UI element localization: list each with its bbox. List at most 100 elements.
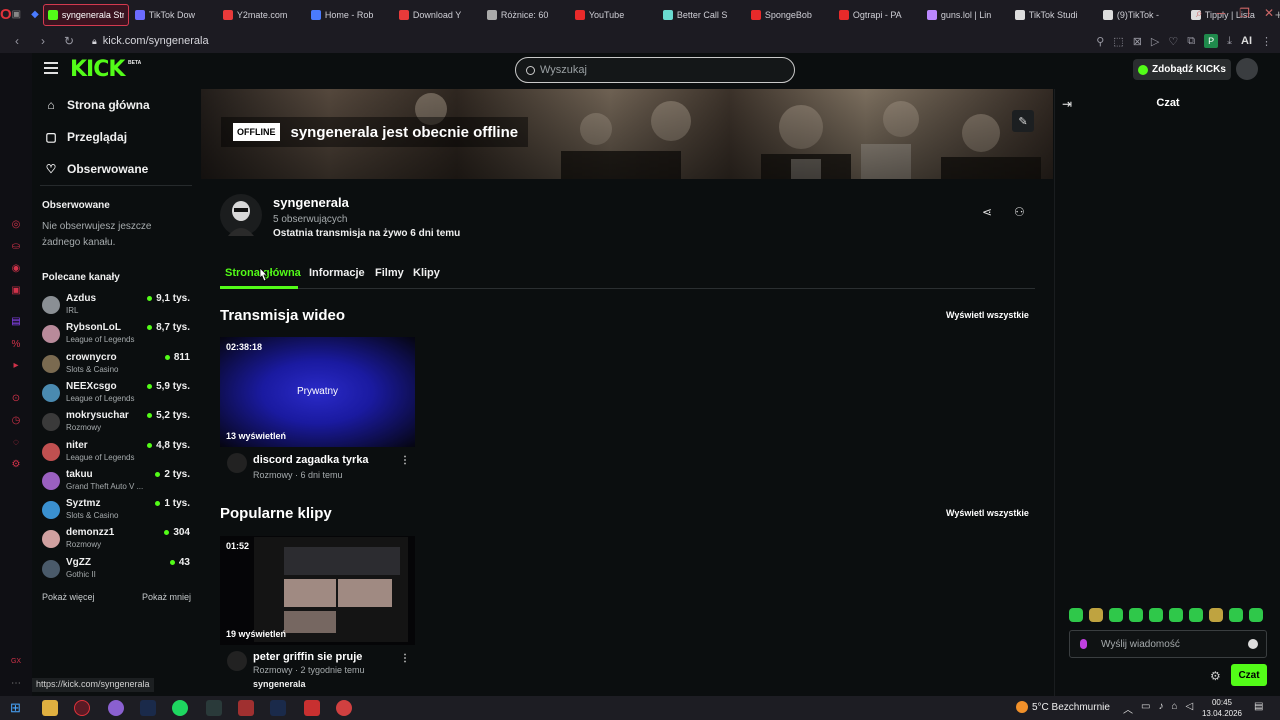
brave-icon[interactable] (304, 700, 320, 716)
browser-tab[interactable]: (9)TikTok - (1099, 4, 1185, 26)
tab-clips[interactable]: Klipy (413, 267, 440, 279)
recommended-channel[interactable]: niter League of Legends 4,8 tys. (42, 440, 190, 466)
gx-icon[interactable]: GX (10, 656, 22, 668)
microphone-tray-icon[interactable]: ♪ (1158, 701, 1163, 716)
recommended-channel[interactable]: crownycro Slots & Casino 811 (42, 352, 190, 378)
emote-icon[interactable] (1069, 608, 1083, 622)
sidebar-nav-item[interactable]: ⌂ Strona główna (44, 98, 149, 112)
app-icon[interactable] (336, 700, 352, 716)
new-tab-button[interactable]: + (1275, 7, 1280, 22)
browser-tab[interactable]: YouTube (571, 4, 657, 26)
recommended-channel[interactable]: demonzz1 Rozmowy 304 (42, 527, 190, 553)
player-sidebar-icon[interactable]: ⊙ (10, 393, 22, 405)
steam-icon[interactable] (140, 700, 156, 716)
opera-gx-taskbar-icon[interactable] (74, 700, 90, 716)
reload-icon[interactable]: ↻ (60, 34, 78, 48)
sidebar-nav-item[interactable]: ♡ Obserwowane (44, 162, 149, 176)
clip-author[interactable]: syngenerala (253, 679, 306, 689)
player-icon[interactable]: ▷ (1151, 35, 1159, 48)
more-sidebar-icon[interactable]: ⋯ (10, 678, 22, 690)
channel-avatar[interactable] (220, 194, 262, 236)
browser-tab[interactable]: Better Call S (659, 4, 745, 26)
browser-tab[interactable]: TikTok Dow (131, 4, 217, 26)
steam-2-icon[interactable] (270, 700, 286, 716)
close-icon[interactable]: ✕ (1264, 6, 1274, 21)
emote-icon[interactable] (1229, 608, 1243, 622)
clip-thumbnail[interactable]: 01:52 19 wyświetleń (220, 536, 415, 645)
search-input[interactable]: Wyszukaj (515, 57, 795, 83)
forward-icon[interactable]: › (34, 34, 52, 48)
emoji-icon[interactable] (1248, 639, 1258, 649)
emote-icon[interactable] (1109, 608, 1123, 622)
browser-tab[interactable]: TikTok Studi (1011, 4, 1097, 26)
windows-start-icon[interactable]: ⊞ (10, 700, 26, 716)
clip-title[interactable]: peter griffin sie pruje (253, 651, 362, 663)
emote-icon[interactable] (1209, 608, 1223, 622)
extensions-icon[interactable]: ⧉ (1187, 35, 1195, 48)
browser-tab[interactable]: guns.lol | Lin (923, 4, 1009, 26)
browser-tab[interactable]: Różnice: 60 (483, 4, 569, 26)
crypto-wallet-icon[interactable]: ⛀ (10, 241, 22, 253)
weather-widget[interactable]: 5°C Bezchmurnie (1016, 701, 1110, 713)
share-icon[interactable]: ⋖ (982, 205, 992, 219)
workspaces-icon[interactable]: ▣ (12, 9, 21, 20)
minimize-icon[interactable]: ─ (1217, 6, 1226, 21)
notifications-icon[interactable]: ▤ (1254, 701, 1263, 712)
edit-banner-button[interactable]: ✎ (1012, 110, 1034, 132)
chevron-up-icon[interactable]: ︿ (1123, 701, 1133, 716)
clip-more-icon[interactable]: ⋮ (400, 653, 410, 664)
chat-send-button[interactable]: Czat (1231, 664, 1267, 686)
settings-sidebar-icon[interactable]: ⚙ (10, 459, 22, 471)
emote-icon[interactable] (1149, 608, 1163, 622)
system-clock[interactable]: 00:45 13.04.2026 (1195, 697, 1249, 719)
recommended-channel[interactable]: takuu Grand Theft Auto V ... 2 tys. (42, 469, 190, 495)
emote-icon[interactable] (1129, 608, 1143, 622)
favorites-icon[interactable]: ♡ (1168, 35, 1178, 48)
recommended-channel[interactable]: mokrysuchar Rozmowy 5,2 tys. (42, 410, 190, 436)
pin-icon[interactable]: ⚲ (1096, 35, 1104, 48)
spotify-icon[interactable] (172, 700, 188, 716)
recommended-channel[interactable]: Syztmz Slots & Casino 1 tys. (42, 498, 190, 524)
emote-icon[interactable] (1089, 608, 1103, 622)
recommended-channel[interactable]: Azdus IRL 9,1 tys. (42, 293, 190, 319)
hamburger-menu-icon[interactable] (44, 62, 58, 74)
search-tabs-icon[interactable]: ⌕ (1196, 6, 1203, 21)
browser-tab[interactable]: Y2mate.com (219, 4, 305, 26)
download-icon[interactable]: ⤓ (1227, 35, 1232, 48)
browser-tab[interactable]: Download Y (395, 4, 481, 26)
chat-message-input[interactable]: Wyślij wiadomość (1069, 630, 1267, 658)
tab-about[interactable]: Informacje (309, 267, 365, 279)
recommended-channel[interactable]: NEEXcsgo League of Legends 5,9 tys. (42, 381, 190, 407)
browser-tab[interactable]: Ogtrapi - PA (835, 4, 921, 26)
url-field[interactable]: 🔒︎ kick.com/syngenerala (92, 35, 209, 47)
adblock-icon[interactable]: ⊠ (1133, 35, 1142, 48)
videos-see-all-link[interactable]: Wyświetl wszystkie (946, 310, 1029, 320)
screenshot-icon[interactable]: ⬚ (1113, 35, 1123, 48)
twitch-icon[interactable]: ▤ (10, 316, 22, 328)
video-author-avatar[interactable] (227, 453, 247, 473)
clips-see-all-link[interactable]: Wyświetl wszystkie (946, 508, 1029, 518)
messenger-sidebar-icon[interactable]: ◉ (10, 263, 22, 275)
network-icon[interactable]: ⌂ (1171, 701, 1177, 716)
instagram-icon[interactable]: ▣ (10, 285, 22, 297)
microphone-icon[interactable] (1080, 639, 1087, 649)
emote-icon[interactable] (1249, 608, 1263, 622)
ai-button[interactable]: AI (1241, 35, 1252, 47)
video-title[interactable]: discord zagadka tyrka (253, 454, 369, 466)
profile-button[interactable]: P (1204, 34, 1219, 48)
aria-icon[interactable]: ◎ (10, 219, 22, 231)
battery-icon[interactable]: ▭ (1141, 701, 1150, 716)
browser-tab[interactable]: syngenerala Stream - (42, 3, 129, 26)
browser-tab[interactable]: SpongeBob (747, 4, 833, 26)
back-icon[interactable]: ‹ (8, 34, 26, 48)
pinboard-icon[interactable]: ◌ (10, 437, 22, 449)
youtube-sidebar-icon[interactable]: ▸ (10, 360, 22, 372)
history-icon[interactable]: ◷ (10, 415, 22, 427)
get-kicks-button[interactable]: Zdobądź KICKs (1133, 59, 1231, 80)
percent-icon[interactable]: % (10, 339, 22, 351)
messenger-icon[interactable]: ◆ (31, 9, 39, 20)
maximize-icon[interactable]: ❐ (1239, 6, 1250, 21)
kick-logo[interactable]: KICK (70, 57, 125, 82)
show-less-link[interactable]: Pokaż mniej (142, 592, 191, 602)
mail-icon[interactable] (238, 700, 254, 716)
